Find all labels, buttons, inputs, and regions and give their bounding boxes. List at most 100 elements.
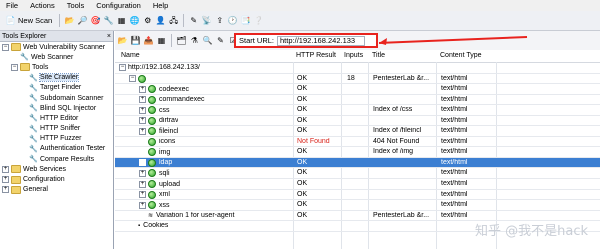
wrench-icon[interactable]: 🔧 [103,15,114,26]
tree-item[interactable]: 🔧 HTTP Fuzzer [0,134,113,144]
table-icon[interactable]: ▦ [116,15,127,26]
tree-item[interactable]: 🔧 Subdomain Scanner [0,93,113,103]
column-title[interactable]: Title [372,52,385,59]
network-icon[interactable]: 🖧 [168,15,179,26]
table-row[interactable]: − OK 18 PentesterLab &r... text/html [115,74,600,85]
collapse-icon[interactable]: − [11,63,18,71]
column-content-type[interactable]: Content Type [440,52,482,59]
tree-item[interactable]: 🔧 HTTP Sniffer [0,124,113,134]
globe-icon [148,95,156,104]
http-result-cell: OK [297,116,308,124]
table-row[interactable]: + css OK Index of /css text/html [115,105,600,116]
export-icon[interactable]: 📤 [143,35,154,46]
tree-item[interactable]: 🔧 Site Crawler [0,73,113,83]
expand-icon[interactable]: + [139,117,146,125]
filter-icon[interactable]: ⚗ [189,35,200,46]
expand-icon[interactable]: + [2,176,9,184]
expand-icon[interactable]: + [139,106,146,114]
expand-icon[interactable]: + [2,165,9,173]
globe-icon [148,106,156,115]
expand-icon[interactable]: + [139,180,146,188]
tree-item[interactable]: + Web Services [0,164,113,174]
http-result-cell: OK [297,127,308,135]
tree-item[interactable]: + General [0,185,113,195]
close-icon[interactable]: × [107,33,113,40]
start-url-highlight: Start URL: http://192.168.242.133 [234,33,378,48]
table-row[interactable]: icons Not Found 404 Not Found text/html [115,137,600,148]
content-type-cell: text/html [441,116,468,124]
search-icon[interactable]: 🔎 [77,15,88,26]
table-row[interactable]: img OK Index of /img text/html [115,147,600,158]
collapse-icon[interactable]: − [129,75,136,83]
title-cell: 404 Not Found [373,137,420,145]
tree-item[interactable]: 🔧 Blind SQL Injector [0,103,113,113]
start-url-input[interactable]: http://192.168.242.133 [277,35,366,46]
sniffer-icon[interactable]: 📡 [201,15,212,26]
search-icon[interactable]: 🔍 [202,35,213,46]
table-row[interactable]: + xml OK text/html [115,190,600,201]
http-result-cell: OK [297,85,308,93]
tree-item[interactable]: 🔧 Target Finder [0,83,113,93]
edit-icon[interactable]: ✎ [188,15,199,26]
table-row[interactable]: + sqli OK text/html [115,168,600,180]
tree-item-label: Authentication Tester [40,145,106,153]
clock-icon[interactable]: 🕑 [227,15,238,26]
expand-icon[interactable]: + [139,169,146,177]
expand-icon[interactable]: + [139,85,146,93]
title-cell: PentesterLab &r... [373,211,430,219]
table-row[interactable]: + upload OK text/html [115,179,600,190]
table-row[interactable]: − http://192.168.242.133/ [115,63,600,74]
row-name-cell: + sqli [139,169,170,178]
tool-icon: 🔧 [20,54,29,62]
edit-icon[interactable]: ✎ [215,35,226,46]
http-result-cell: OK [297,148,308,156]
menu-actions[interactable]: Actions [24,1,61,10]
open-icon[interactable]: 📂 [64,15,75,26]
expand-icon[interactable]: + [139,191,146,199]
save-icon[interactable]: 💾 [130,35,141,46]
new-scan-button[interactable]: 📄 New Scan [2,13,55,28]
grid-icon[interactable]: ▦ [156,35,167,46]
http-result-cell: OK [297,106,308,114]
export-icon[interactable]: ⇪ [214,15,225,26]
expand-icon[interactable]: + [139,127,146,135]
tree-item[interactable]: − Tools [0,62,113,72]
table-row[interactable]: + fileincl OK Index of /fileincl text/html [115,126,600,137]
collapse-icon[interactable]: − [2,43,9,51]
user-icon[interactable]: 👤 [155,15,166,26]
expand-icon[interactable]: + [139,201,146,209]
menu-tools[interactable]: Tools [61,1,91,10]
collapse-icon[interactable]: − [119,64,126,71]
menu-configuration[interactable]: Configuration [90,1,147,10]
menu-help[interactable]: Help [147,1,174,10]
open-folder-icon[interactable]: 📂 [117,35,128,46]
table-row[interactable]: + commandexec OK text/html [115,95,600,106]
menu-file[interactable]: File [0,1,24,10]
table-row[interactable]: + dirtrav OK text/html [115,116,600,127]
row-name: xml [159,191,170,199]
row-name-cell: − [129,74,149,83]
table-row[interactable]: + ldap OK text/html [115,157,600,169]
tree-item[interactable]: 🔧 Authentication Tester [0,144,113,154]
tree-item[interactable]: 🔧 Web Scanner [0,52,113,62]
tree-item[interactable]: 🔧 HTTP Editor [0,113,113,123]
tree-item[interactable]: − Web Vulnerability Scanner [0,42,113,52]
column-http-result[interactable]: HTTP Result [296,52,336,59]
tree-item[interactable]: 🔧 Compare Results [0,154,113,164]
tree-item[interactable]: + Configuration [0,174,113,184]
structure-icon[interactable]: 🗂 [176,35,187,46]
report-icon[interactable]: 📑 [240,15,251,26]
target-icon[interactable]: 🎯 [90,15,101,26]
column-name[interactable]: Name [121,52,140,59]
expand-icon[interactable]: + [139,96,146,104]
expand-icon[interactable]: + [139,159,146,167]
tool-icon: 🔧 [29,115,38,123]
globe-icon[interactable]: 🌐 [129,15,140,26]
settings-icon[interactable]: ⚙ [142,15,153,26]
tree-item-label: HTTP Sniffer [40,125,81,133]
help-icon[interactable]: ❔ [253,15,264,26]
expand-icon[interactable]: + [2,186,9,194]
column-inputs[interactable]: Inputs [344,52,363,59]
table-row[interactable]: + xss OK text/html [115,200,600,211]
table-row[interactable]: + codeexec OK text/html [115,84,600,95]
